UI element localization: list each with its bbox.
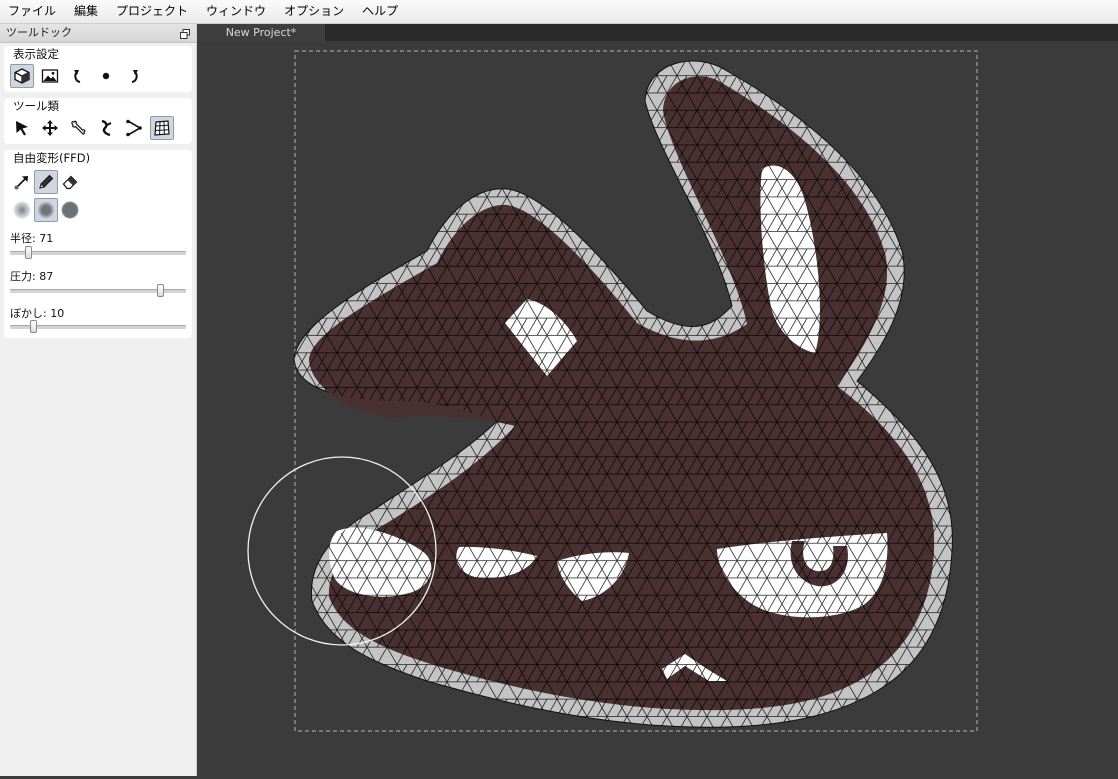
rotate-left-icon[interactable]	[66, 64, 90, 88]
eraser-icon[interactable]	[58, 170, 82, 194]
radius-slider-thumb[interactable]	[25, 246, 32, 259]
pressure-label: 圧力: 87	[10, 270, 54, 283]
menu-window[interactable]: ウィンドウ	[197, 0, 275, 23]
select-arrow-icon[interactable]	[10, 116, 34, 140]
blur-value: 10	[50, 307, 65, 320]
ffd-title: 自由変形(FFD)	[13, 151, 91, 165]
dock-title-bar: ツールドック	[0, 24, 196, 43]
canvas-viewport[interactable]	[197, 41, 1118, 776]
menu-file[interactable]: ファイル	[0, 0, 65, 23]
display-settings-title: 表示設定	[13, 47, 59, 61]
tool-dock: ツールドック 表示設定 ツール類 自由変形(FFD) 半径: 71 圧力: 87…	[0, 24, 197, 776]
pressure-slider-thumb[interactable]	[157, 284, 164, 297]
mesh-overlay	[294, 61, 953, 728]
tab-new-project[interactable]: New Project*	[197, 24, 325, 41]
dock-float-icon[interactable]	[180, 27, 190, 39]
document-tab-bar: New Project*	[197, 24, 1118, 41]
display-settings-toolbar	[10, 64, 146, 88]
image-view-icon[interactable]	[38, 64, 62, 88]
bone-icon[interactable]	[66, 116, 90, 140]
ffd-mode-toolbar	[10, 170, 82, 194]
pencil-icon[interactable]	[34, 170, 58, 194]
tools-group: ツール類	[4, 98, 192, 144]
menu-edit[interactable]: 編集	[65, 0, 107, 23]
radius-label: 半径: 71	[10, 232, 54, 245]
rotate-right-icon[interactable]	[122, 64, 146, 88]
radius-slider[interactable]	[10, 246, 186, 259]
display-settings-group: 表示設定	[4, 46, 192, 92]
blur-slider[interactable]	[10, 320, 186, 333]
pressure-slider[interactable]	[10, 284, 186, 297]
dock-title: ツールドック	[6, 26, 72, 39]
radius-value: 71	[39, 232, 54, 245]
menu-project[interactable]: プロジェクト	[107, 0, 197, 23]
hard-brush-icon[interactable]	[58, 198, 82, 222]
tools-title: ツール類	[13, 99, 59, 113]
bend-icon[interactable]	[94, 116, 118, 140]
medium-brush-icon[interactable]	[34, 198, 58, 222]
menu-options[interactable]: オプション	[275, 0, 353, 23]
rabbit-sprite	[293, 60, 953, 728]
menu-bar: ファイル 編集 プロジェクト ウィンドウ オプション ヘルプ	[0, 0, 1118, 24]
menu-help[interactable]: ヘルプ	[353, 0, 407, 23]
pressure-value: 87	[39, 270, 54, 283]
ffd-group: 自由変形(FFD) 半径: 71 圧力: 87 ぼかし: 10	[4, 150, 192, 338]
vertex-path-icon[interactable]	[122, 116, 146, 140]
blur-label: ぼかし: 10	[10, 307, 65, 320]
point-icon[interactable]	[94, 64, 118, 88]
soft-brush-icon[interactable]	[10, 198, 34, 222]
mesh-view-icon[interactable]	[10, 64, 34, 88]
ffd-falloff-toolbar	[10, 198, 82, 222]
mesh-grid-icon[interactable]	[150, 116, 174, 140]
canvas-svg[interactable]	[197, 41, 1118, 776]
pull-brush-icon[interactable]	[10, 170, 34, 194]
blur-slider-thumb[interactable]	[30, 320, 37, 333]
move-icon[interactable]	[38, 116, 62, 140]
tools-toolbar	[10, 116, 174, 140]
